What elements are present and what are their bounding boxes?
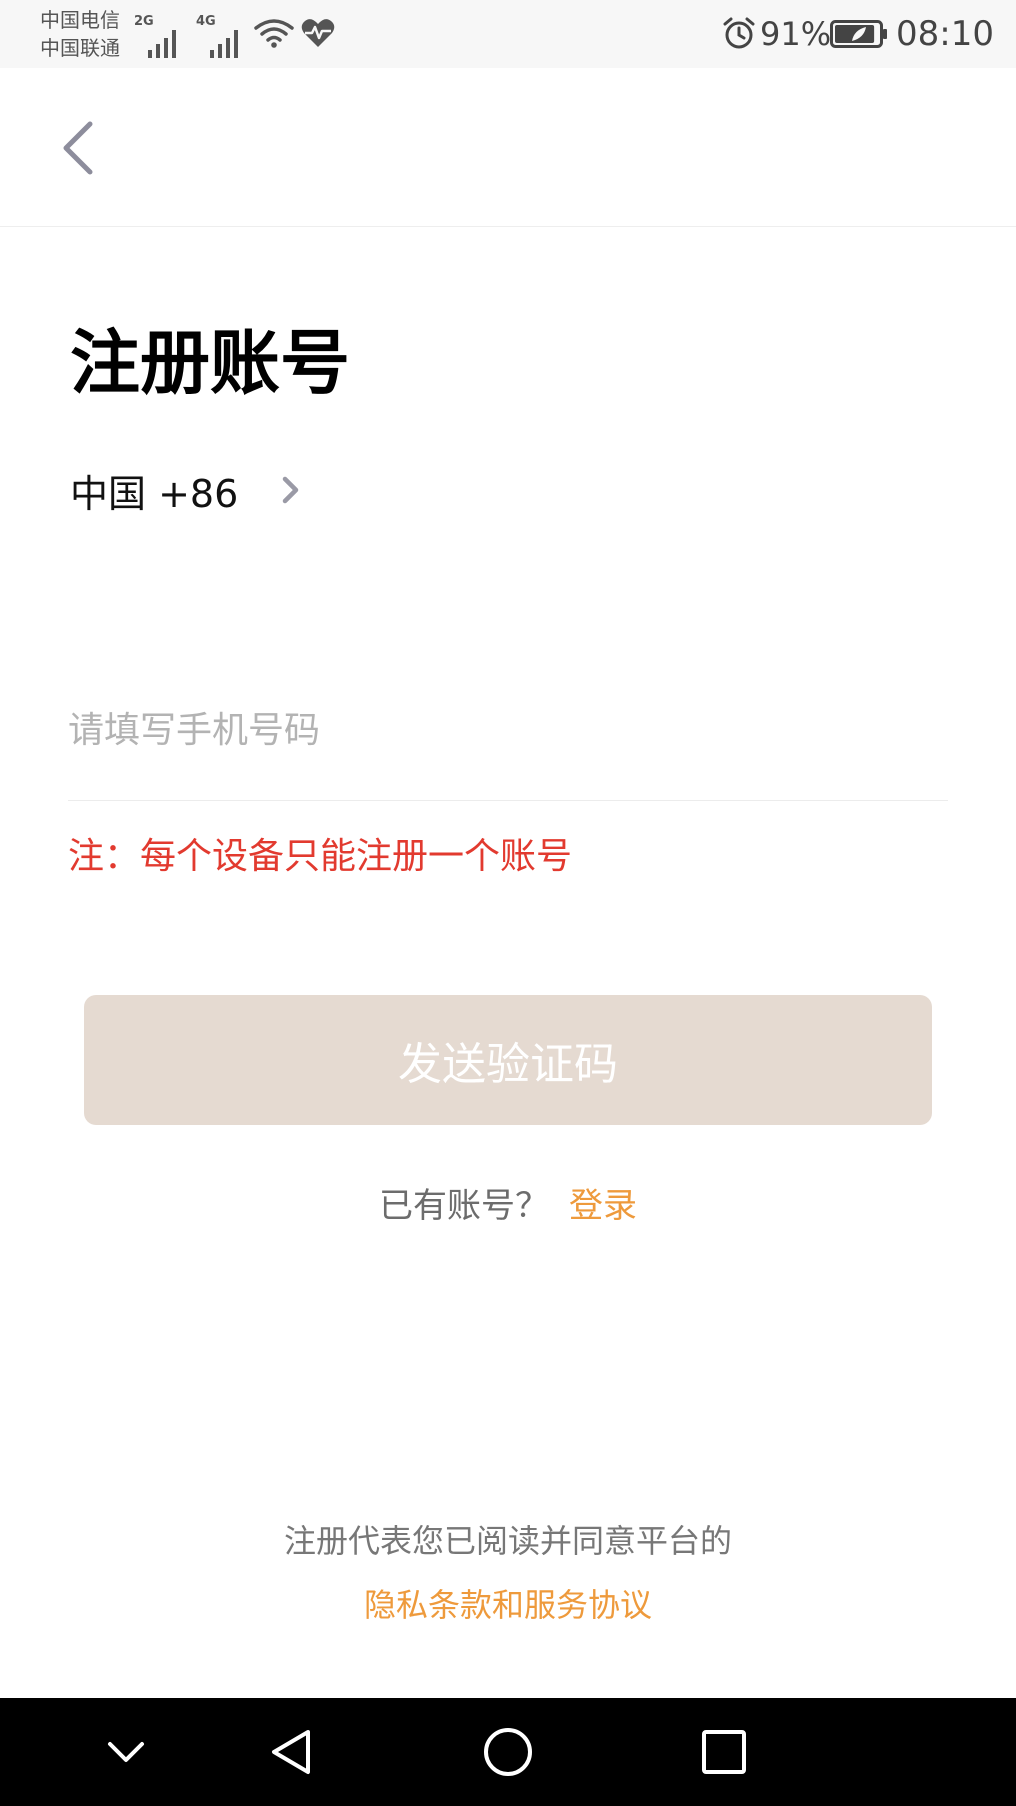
device-limit-notice: 注：每个设备只能注册一个账号 <box>68 836 573 877</box>
page-title: 注册账号 <box>70 322 350 404</box>
status-bar: 中国电信 中国联通 2G 4G 91% 08:10 <box>0 0 1016 68</box>
back-button[interactable] <box>40 110 116 186</box>
login-row: 已有账号？ 登录 <box>0 1180 1016 1232</box>
wifi-icon <box>254 19 294 48</box>
country-code-selector[interactable]: 中国 +86 <box>70 462 306 518</box>
chevron-left-icon <box>63 121 93 175</box>
agreement-link[interactable]: 隐私条款和服务协议 <box>0 1580 1016 1630</box>
carrier-name-1: 中国电信 <box>40 8 120 32</box>
recents-square-icon[interactable] <box>694 1722 754 1782</box>
login-link[interactable]: 登录 <box>569 1186 637 1226</box>
chevron-down-icon[interactable] <box>96 1722 156 1782</box>
clock: 08:10 <box>896 14 994 54</box>
carrier-names: 中国电信 中国联通 <box>40 6 120 62</box>
battery-percent: 91% <box>760 15 832 53</box>
health-heart-icon <box>301 19 335 47</box>
alarm-icon <box>723 17 755 49</box>
carrier-name-2: 中国联通 <box>40 36 120 60</box>
home-circle-icon[interactable] <box>478 1722 538 1782</box>
chevron-right-icon <box>283 476 299 504</box>
phone-field <box>68 690 948 801</box>
agreement-text: 注册代表您已阅读并同意平台的 <box>283 1522 732 1560</box>
login-prompt: 已有账号？ <box>379 1186 549 1226</box>
phone-input[interactable] <box>68 690 948 770</box>
navigation-bar <box>0 1698 1016 1806</box>
header <box>0 68 1016 227</box>
send-code-button[interactable]: 发送验证码 <box>84 995 932 1125</box>
battery-icon <box>830 20 887 48</box>
country-code-label: 中国 +86 <box>70 471 239 516</box>
back-triangle-icon[interactable] <box>262 1722 322 1782</box>
